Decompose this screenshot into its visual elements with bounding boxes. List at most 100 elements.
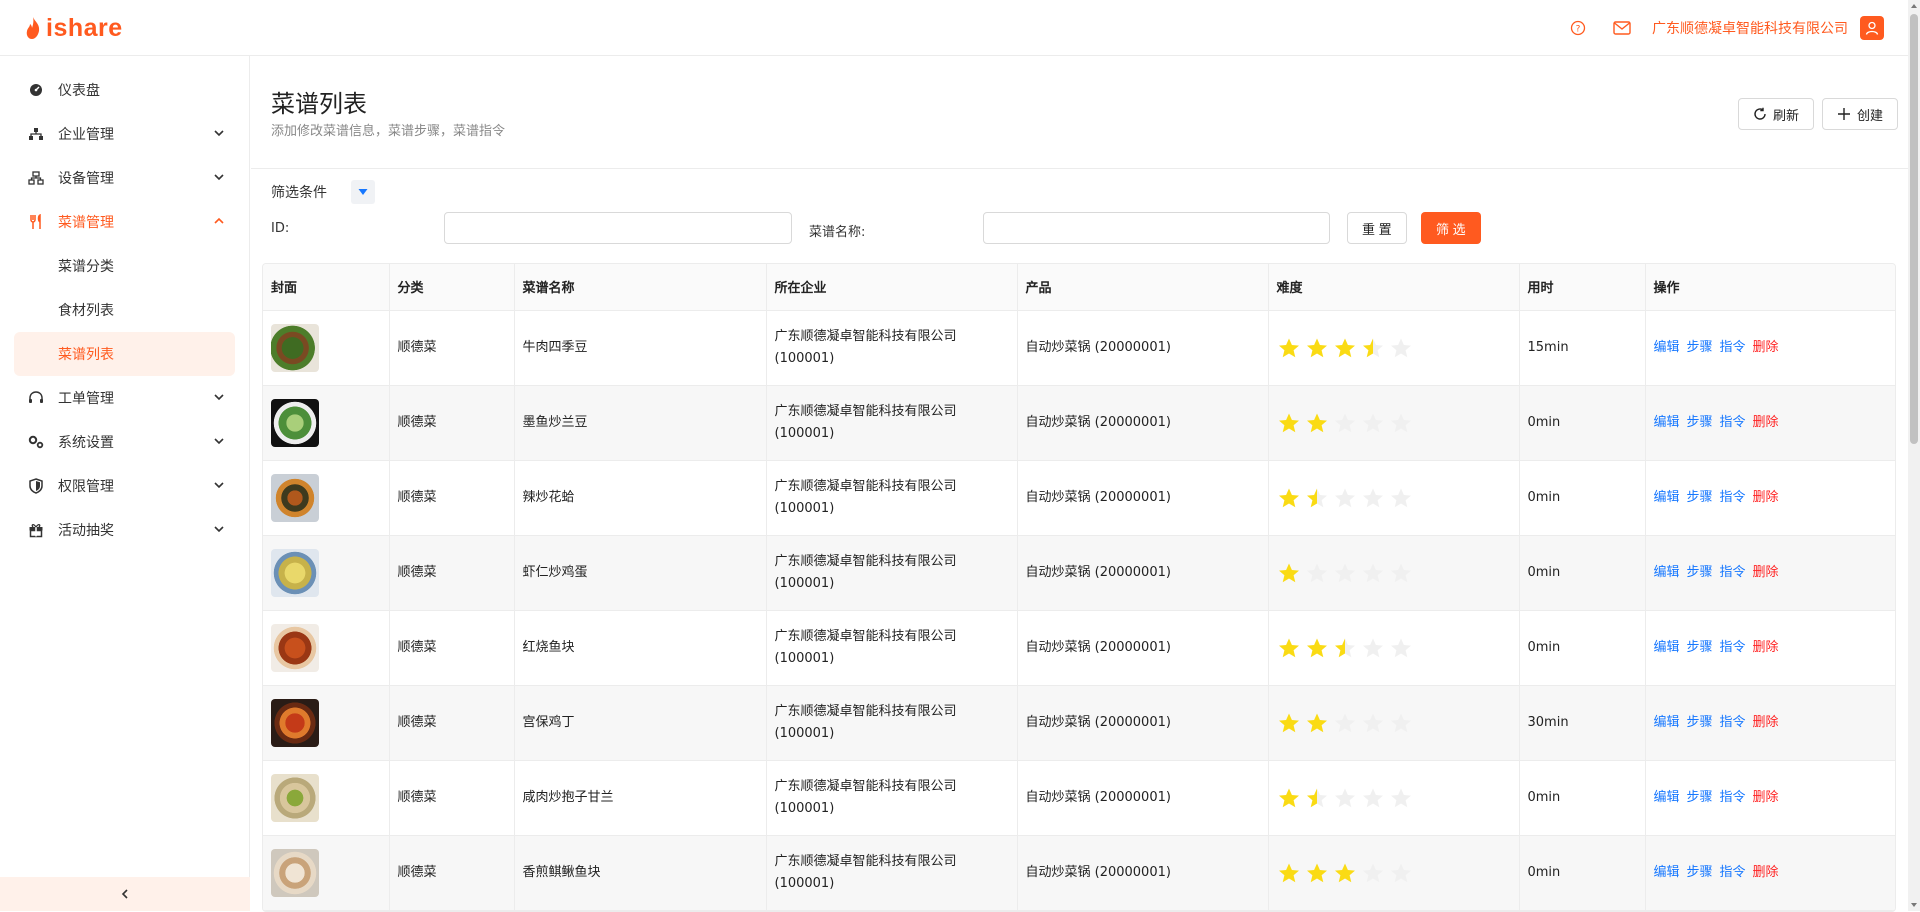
sidebar-subitem-ingredients[interactable]: 食材列表 [0, 288, 249, 332]
page-scrollbar[interactable] [1908, 0, 1920, 911]
edit-link[interactable]: 编辑 [1654, 640, 1680, 655]
time-cell: 30min [1519, 685, 1646, 761]
scroll-down-arrow-icon[interactable] [1910, 901, 1918, 909]
category-cell: 顺德菜 [389, 685, 515, 761]
steps-link[interactable]: 步骤 [1687, 865, 1713, 880]
create-label: 创建 [1856, 108, 1883, 124]
delete-link[interactable]: 删除 [1753, 490, 1779, 505]
sidebar-item-devices[interactable]: 设备管理 [0, 156, 249, 200]
company-cell: 广东顺德凝卓智能科技有限公司 (100001) [766, 610, 1018, 686]
sidebar-item-dashboard[interactable]: 仪表盘 [0, 68, 249, 112]
sidebar-item-recipes[interactable]: 菜谱管理 [0, 200, 249, 244]
edit-link[interactable]: 编辑 [1654, 790, 1680, 805]
steps-link[interactable]: 步骤 [1687, 640, 1713, 655]
company-name[interactable]: 广东顺德凝卓智能科技有限公司 [1652, 18, 1848, 38]
star-icon [1278, 338, 1299, 357]
command-link[interactable]: 指令 [1720, 415, 1746, 430]
edit-link[interactable]: 编辑 [1654, 490, 1680, 505]
steps-link[interactable]: 步骤 [1687, 340, 1713, 355]
mail-icon[interactable] [1612, 18, 1632, 38]
id-filter-input[interactable] [444, 212, 792, 244]
steps-link[interactable]: 步骤 [1687, 715, 1713, 730]
sidebar-item-settings[interactable]: 系统设置 [0, 420, 249, 464]
command-link[interactable]: 指令 [1720, 715, 1746, 730]
recipe-cover-image[interactable] [271, 773, 319, 822]
gift-icon [28, 522, 44, 538]
help-icon[interactable]: ? [1568, 18, 1588, 38]
delete-link[interactable]: 删除 [1753, 340, 1779, 355]
create-button[interactable]: 创建 [1821, 98, 1898, 130]
company-id-text: (100001) [774, 575, 835, 591]
steps-link[interactable]: 步骤 [1687, 490, 1713, 505]
recipe-cover-image[interactable] [271, 473, 319, 522]
company-name-text: 广东顺德凝卓智能科技有限公司 [774, 328, 957, 344]
sidebar-subitem-recipe-list[interactable]: 菜谱列表 [14, 332, 235, 376]
scrollbar-thumb[interactable] [1910, 14, 1918, 444]
star-icon [1278, 563, 1299, 582]
command-link[interactable]: 指令 [1720, 640, 1746, 655]
company-name-text: 广东顺德凝卓智能科技有限公司 [774, 478, 957, 494]
name-filter-label: 菜谱名称: [809, 225, 866, 240]
sidebar-subitem-recipe-category[interactable]: 菜谱分类 [0, 244, 249, 288]
name-filter-input[interactable] [983, 212, 1330, 244]
command-link[interactable]: 指令 [1720, 865, 1746, 880]
sidebar-collapse-button[interactable] [0, 877, 250, 911]
delete-link[interactable]: 删除 [1753, 415, 1779, 430]
steps-link[interactable]: 步骤 [1687, 415, 1713, 430]
delete-link[interactable]: 删除 [1753, 865, 1779, 880]
steps-link[interactable]: 步骤 [1687, 565, 1713, 580]
recipe-cover-image[interactable] [271, 623, 319, 672]
time-cell: 0min [1519, 535, 1646, 611]
category-cell: 顺德菜 [389, 460, 515, 536]
edit-link[interactable]: 编辑 [1654, 715, 1680, 730]
sidebar-item-permissions[interactable]: 权限管理 [0, 464, 249, 508]
refresh-button[interactable]: 刷新 [1737, 98, 1814, 130]
brand-logo[interactable]: ishare [24, 12, 123, 44]
filter-button[interactable]: 筛 选 [1421, 212, 1481, 244]
delete-link[interactable]: 删除 [1753, 790, 1779, 805]
recipe-cover-image[interactable] [271, 848, 319, 897]
edit-link[interactable]: 编辑 [1654, 415, 1680, 430]
sidebar-item-workorders[interactable]: 工单管理 [0, 376, 249, 420]
recipe-cover-image[interactable] [271, 398, 319, 447]
sidebar-item-lottery[interactable]: 活动抽奖 [0, 508, 249, 552]
sidebar-item-label: 菜谱管理 [58, 215, 114, 231]
recipe-cover-image[interactable] [271, 323, 319, 372]
delete-link[interactable]: 删除 [1753, 565, 1779, 580]
star-icon [1390, 413, 1411, 432]
refresh-label: 刷新 [1772, 108, 1799, 124]
company-name-text: 广东顺德凝卓智能科技有限公司 [774, 778, 957, 794]
reset-button[interactable]: 重 置 [1347, 212, 1407, 244]
operations-cell: 编辑 步骤 指令 删除 [1645, 760, 1895, 836]
category-cell: 顺德菜 [389, 760, 515, 836]
edit-link[interactable]: 编辑 [1654, 865, 1680, 880]
edit-link[interactable]: 编辑 [1654, 565, 1680, 580]
sidebar-item-label: 企业管理 [58, 127, 114, 143]
recipe-cover-image[interactable] [271, 698, 319, 747]
operations-cell: 编辑 步骤 指令 删除 [1645, 385, 1895, 461]
sidebar-item-enterprise[interactable]: 企业管理 [0, 112, 249, 156]
difficulty-rating [1277, 637, 1519, 659]
star-icon [1334, 863, 1355, 882]
time-cell: 0min [1519, 760, 1646, 836]
product-cell: 自动炒菜锅 (20000001) [1017, 535, 1269, 611]
delete-link[interactable]: 删除 [1753, 640, 1779, 655]
edit-link[interactable]: 编辑 [1654, 340, 1680, 355]
star-icon [1362, 713, 1383, 732]
filter-toggle-button[interactable] [351, 180, 375, 204]
recipe-cover-image[interactable] [271, 548, 319, 597]
delete-link[interactable]: 删除 [1753, 715, 1779, 730]
command-link[interactable]: 指令 [1720, 565, 1746, 580]
command-link[interactable]: 指令 [1720, 340, 1746, 355]
command-link[interactable]: 指令 [1720, 790, 1746, 805]
top-header: ishare ? 广东顺德凝卓智能科技有限公司 [0, 0, 1908, 56]
product-cell: 自动炒菜锅 (20000001) [1017, 835, 1269, 911]
company-id-text: (100001) [774, 725, 835, 741]
steps-link[interactable]: 步骤 [1687, 790, 1713, 805]
logo-text: ishare [46, 13, 123, 42]
command-link[interactable]: 指令 [1720, 490, 1746, 505]
scroll-up-arrow-icon[interactable] [1910, 2, 1918, 10]
star-icon [1334, 413, 1355, 432]
user-avatar[interactable] [1860, 16, 1884, 40]
sidebar-item-label: 仪表盘 [58, 83, 100, 99]
